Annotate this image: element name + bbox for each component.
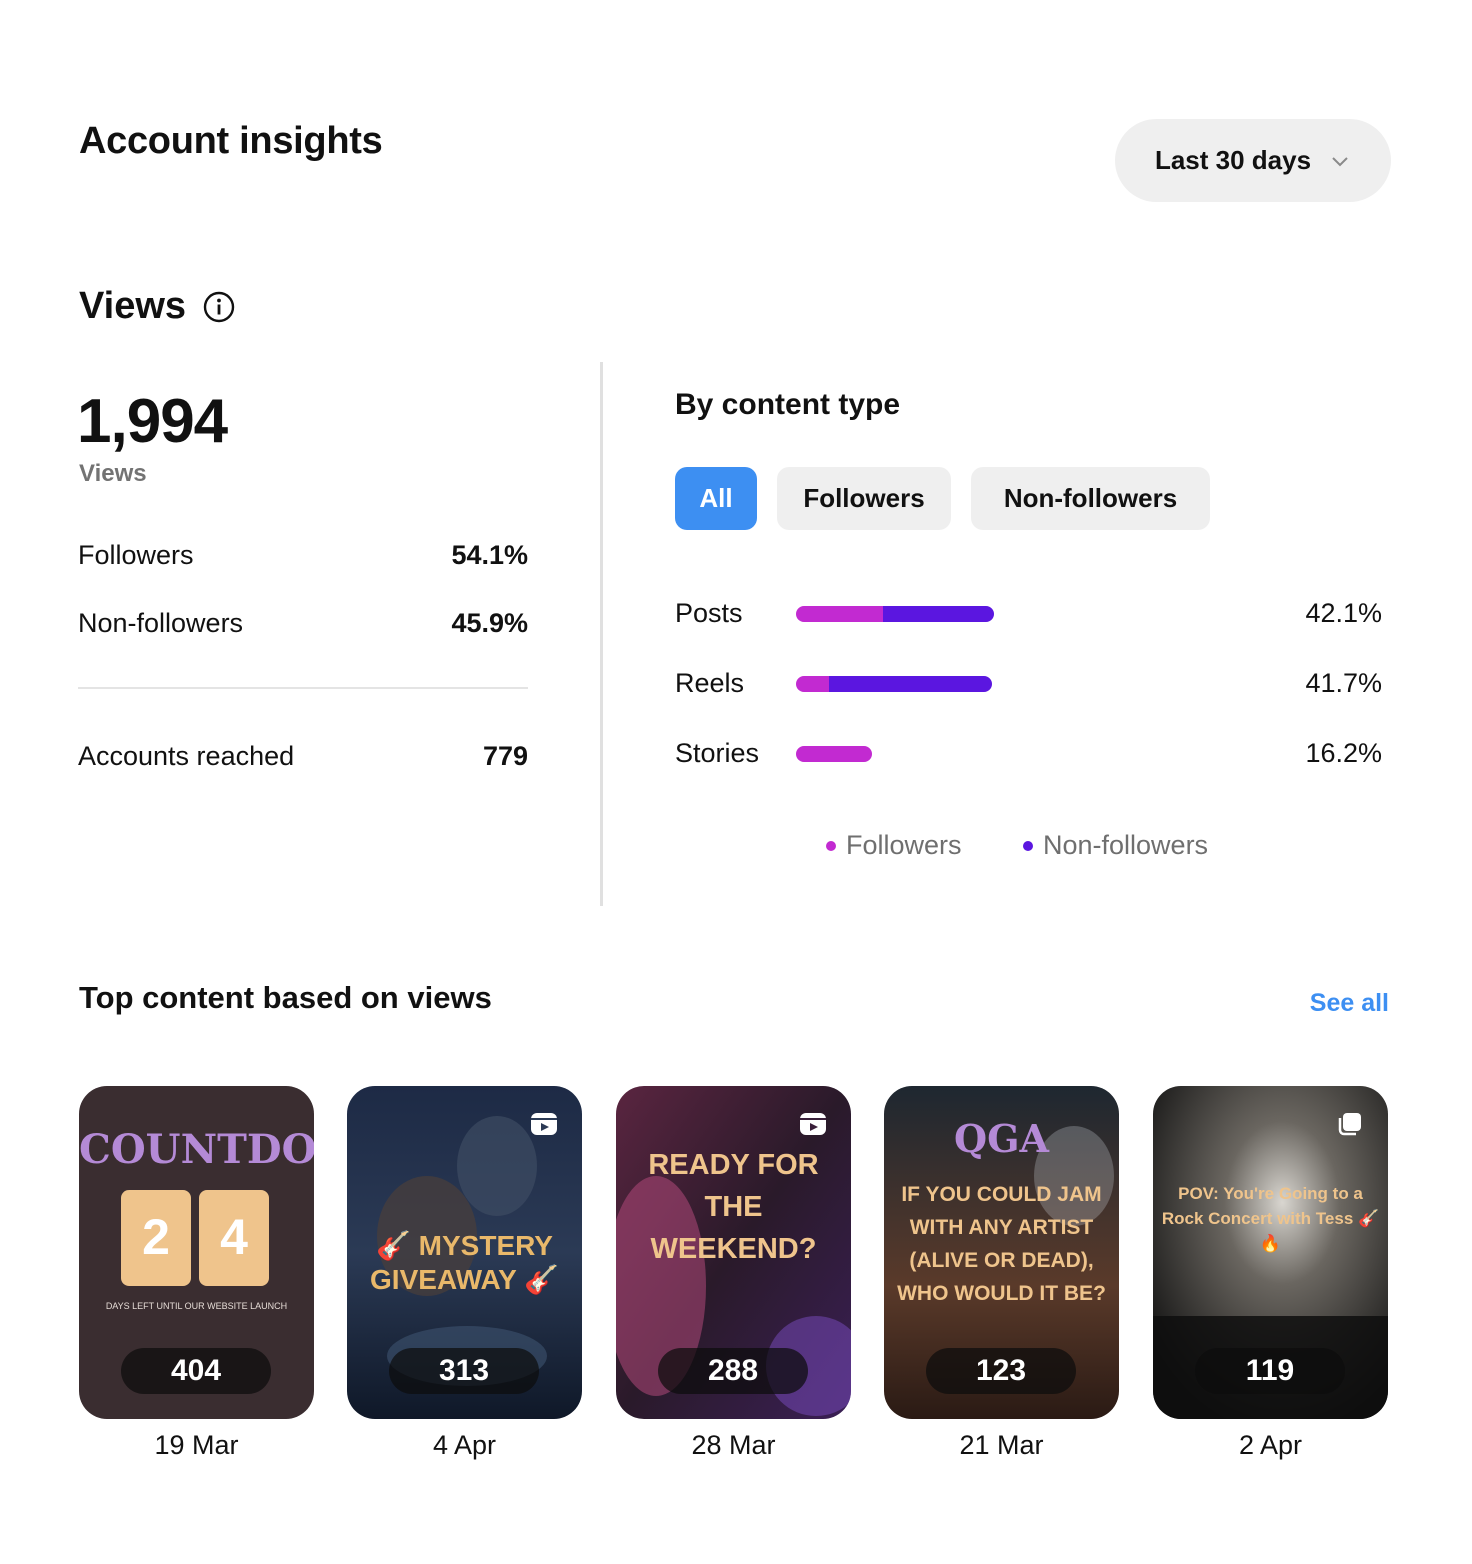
content-card[interactable]: READY FOR THE WEEKEND? 288 — [616, 1086, 851, 1419]
content-card[interactable]: 🎸 MYSTERY GIVEAWAY 🎸 313 — [347, 1086, 582, 1419]
bar-segment-non-followers — [883, 606, 994, 622]
date-range-dropdown[interactable]: Last 30 days — [1115, 119, 1391, 202]
content-date: 19 Mar — [154, 1430, 239, 1460]
overlay-text: 🎸 MYSTERY GIVEAWAY 🎸 — [370, 1230, 559, 1295]
page-title: Account insights — [79, 120, 383, 162]
view-count: 123 — [926, 1348, 1076, 1394]
carousel-icon — [1338, 1113, 1361, 1136]
by-content-type-title: By content type — [675, 388, 901, 421]
view-count: 288 — [658, 1348, 808, 1394]
content-card[interactable]: COUNTDOWN 2 4 DAYS LEFT UNTIL OUR WEBSIT… — [79, 1086, 314, 1419]
total-views-label: Views — [79, 460, 147, 487]
legend-label: Non-followers — [1043, 830, 1209, 860]
overlay-text: COUNTDOWN — [79, 1126, 314, 1173]
views-section-title: Views — [79, 285, 236, 328]
bar-label-posts: Posts — [675, 598, 743, 628]
see-all-link[interactable]: See all — [1310, 989, 1389, 1018]
legend-label: Followers — [846, 830, 962, 860]
content-date: 28 Mar — [691, 1430, 776, 1460]
content-card[interactable]: POV: You're Going to a Rock Concert with… — [1153, 1086, 1388, 1419]
stat-value: 45.9% — [451, 608, 528, 638]
digit: 4 — [220, 1209, 248, 1265]
views-title: Views — [79, 285, 187, 327]
date-range-label: Last 30 days — [1154, 145, 1312, 175]
overlay-text: POV: You're Going to a Rock Concert with… — [1161, 1184, 1380, 1253]
bar-stories — [796, 746, 873, 762]
legend-followers: Followers — [826, 830, 962, 861]
legend-dot — [1023, 840, 1033, 851]
vertical-divider — [600, 362, 603, 906]
legend-non-followers: Non-followers — [1023, 830, 1208, 861]
divider — [78, 687, 528, 689]
stat-label: Non-followers — [78, 608, 244, 638]
overlay-text: READY FOR THE WEEKEND? — [648, 1149, 819, 1265]
content-card[interactable]: QGA IF YOU COULD JAM WITH ANY ARTIST (AL… — [884, 1086, 1119, 1419]
bar-reels — [796, 676, 992, 692]
accounts-reached-row: Accounts reached 779 — [78, 741, 528, 772]
stat-label: Accounts reached — [78, 741, 295, 771]
stat-value: 779 — [482, 741, 528, 771]
bar-value: 41.7% — [1305, 668, 1382, 698]
view-count: 313 — [389, 1348, 539, 1394]
overlay-text: QGA — [953, 1116, 1050, 1161]
legend-dot — [826, 840, 836, 851]
bar-segment-followers — [796, 606, 884, 622]
bar-value: 16.2% — [1305, 738, 1382, 768]
filter-all[interactable]: All — [675, 467, 757, 530]
stat-label: Followers — [78, 540, 194, 570]
total-views-value: 1,994 — [77, 387, 228, 456]
digit: 2 — [142, 1209, 170, 1265]
chevron-down-icon — [1332, 156, 1348, 166]
bar-segment-non-followers — [829, 676, 992, 692]
non-followers-row: Non-followers 45.9% — [78, 608, 528, 639]
info-icon[interactable] — [202, 290, 236, 324]
bar-value: 42.1% — [1305, 598, 1382, 628]
content-date: 21 Mar — [959, 1430, 1044, 1460]
reel-icon — [800, 1113, 826, 1135]
view-count: 119 — [1195, 1348, 1345, 1394]
bar-label-stories: Stories — [675, 738, 760, 768]
bar-segment-followers — [796, 676, 830, 692]
caption: IF YOU COULD JAM WITH ANY ARTIST (ALIVE … — [897, 1183, 1106, 1305]
filter-non-followers[interactable]: Non-followers — [971, 467, 1210, 530]
bar-segment-followers — [796, 746, 873, 762]
bar-label-reels: Reels — [675, 668, 745, 698]
content-date: 2 Apr — [1238, 1430, 1303, 1460]
reel-icon — [531, 1113, 557, 1135]
bar-posts — [796, 606, 994, 622]
caption: DAYS LEFT UNTIL OUR WEBSITE LAUNCH — [105, 1301, 288, 1311]
stat-value: 54.1% — [451, 540, 528, 570]
view-count: 404 — [121, 1348, 271, 1394]
filter-followers[interactable]: Followers — [777, 467, 951, 530]
top-content-title: Top content based on views — [79, 980, 492, 1015]
content-date: 4 Apr — [432, 1430, 497, 1460]
followers-row: Followers 54.1% — [78, 540, 528, 571]
